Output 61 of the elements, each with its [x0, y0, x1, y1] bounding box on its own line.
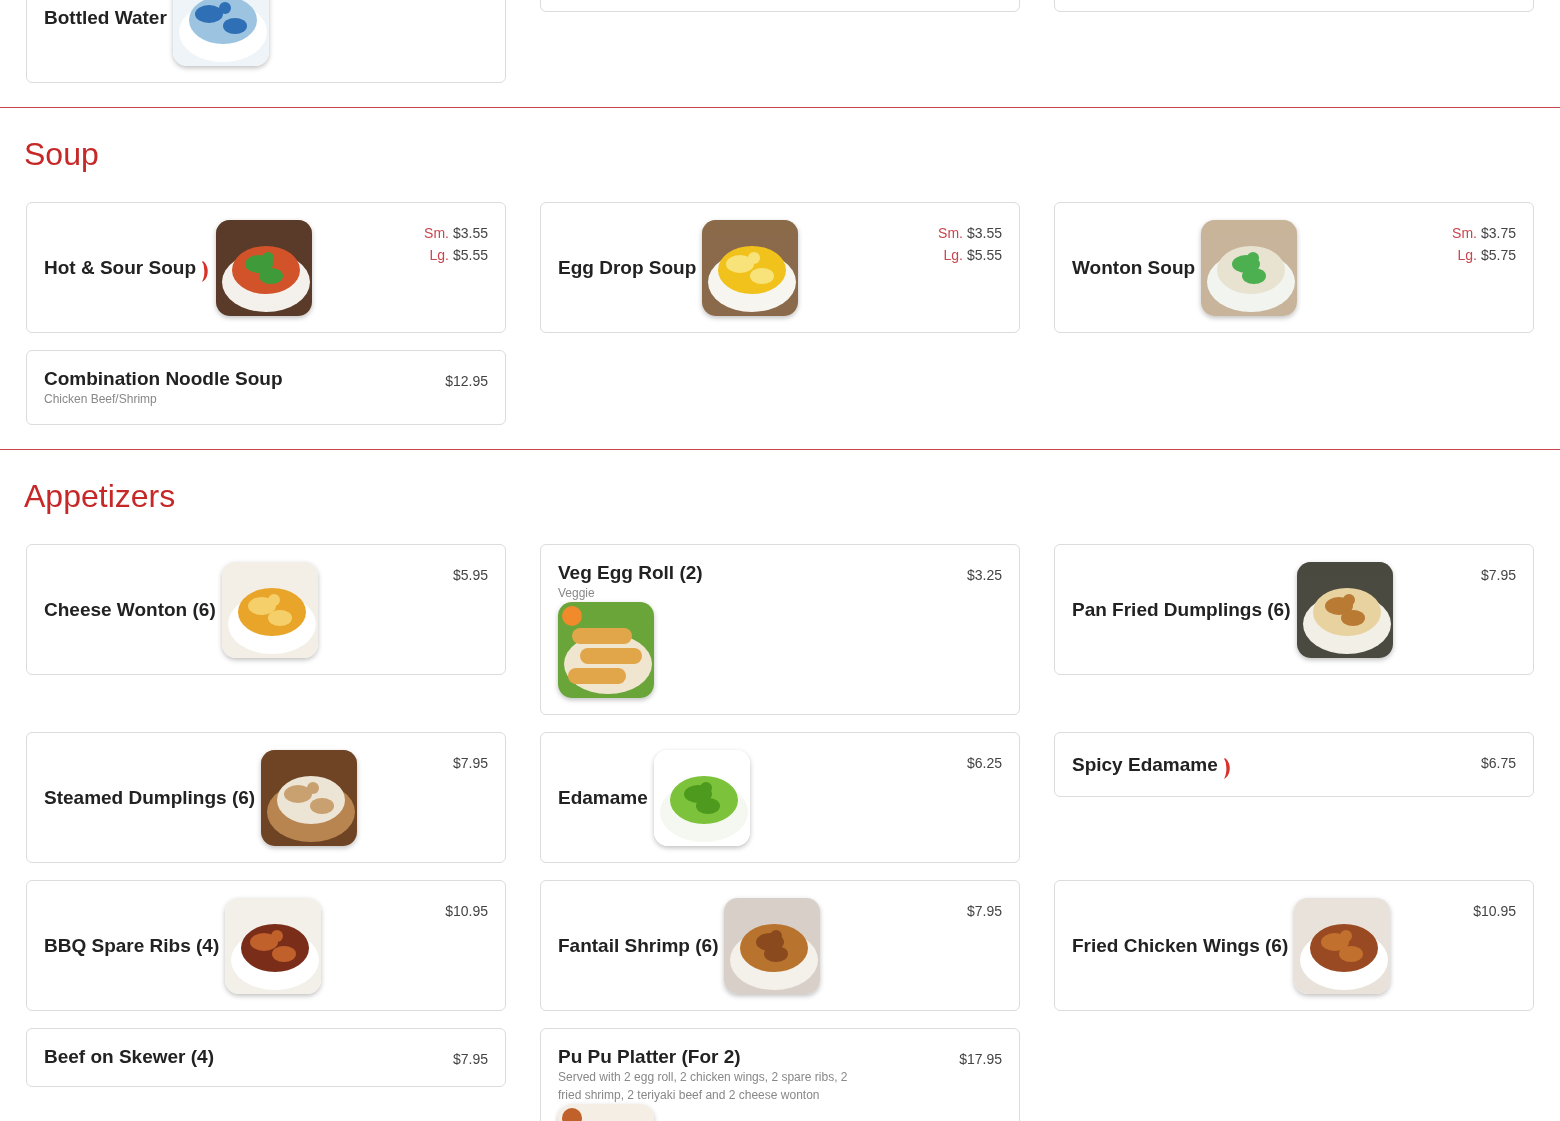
size-label: Lg.: [429, 247, 449, 263]
menu-item-card[interactable]: Fantail Shrimp (6) $7.95: [540, 880, 1020, 1011]
item-price: $17.95: [959, 1051, 1002, 1067]
item-price: $5.75: [1480, 247, 1516, 263]
item-price: $3.55: [966, 225, 1002, 241]
item-name: Cheese Wonton (6): [44, 599, 216, 621]
item-price: $3.75: [1480, 225, 1516, 241]
item-name: Fantail Shrimp (6): [558, 935, 719, 957]
item-name: Egg Drop Soup: [558, 257, 697, 279]
menu-item-card[interactable]: Steamed Dumplings (6) $7.95: [26, 732, 506, 863]
menu-item-card[interactable]: BBQ Spare Ribs (4) $10.95: [26, 880, 506, 1011]
item-price: $3.55: [452, 225, 488, 241]
item-description: Served with 2 egg roll, 2 chicken wings, 2 spare ribs, 2 fried shrimp, 2 teriyaki beef and 2 cheese wonton: [558, 1069, 849, 1104]
item-name: BBQ Spare Ribs (4): [44, 935, 220, 957]
menu-item-card[interactable]: Veg Egg Roll (2) Veggie $3.25: [540, 544, 1020, 715]
menu-item-card[interactable]: Beef on Skewer (4) $7.95: [26, 1028, 506, 1087]
size-label: Sm.: [938, 225, 963, 241]
menu-item-card[interactable]: Edamame $6.25: [540, 732, 1020, 863]
menu-item-card[interactable]: Cheese Wonton (6) $5.95: [26, 544, 506, 675]
menu-item-card[interactable]: Wonton Soup Sm. $3.75 Lg. $5.75: [1054, 202, 1534, 333]
item-name: Steamed Dumplings (6): [44, 787, 256, 809]
item-name: Bottled Water: [44, 7, 167, 29]
item-name: Veg Egg Roll (2): [558, 562, 703, 584]
item-name: Pan Fried Dumplings (6): [1072, 599, 1291, 621]
item-price: $5.55: [452, 247, 488, 263]
size-label: Sm.: [424, 225, 449, 241]
size-label: Sm.: [1452, 225, 1477, 241]
item-name: Pu Pu Platter (For 2): [558, 1046, 741, 1068]
item-price: $3.25: [966, 567, 1002, 583]
item-name: Combination Noodle Soup: [44, 368, 283, 390]
menu-item-card[interactable]: Bottled Water: [26, 0, 506, 83]
menu-item-card[interactable]: Pu Pu Platter (For 2) Served with 2 egg roll, 2 chicken wings, 2 spare ribs, 2 fried shrimp, 2 teriyaki beef and 2 cheese wonton $17.95: [540, 1028, 1020, 1121]
item-price: $10.95: [1473, 903, 1516, 919]
item-name: Spicy Edamame: [1072, 754, 1218, 776]
item-price: $10.95: [445, 903, 488, 919]
item-description: Veggie: [558, 585, 596, 602]
item-name: Edamame: [558, 787, 648, 809]
menu-item-card[interactable]: Hot & Sour Soup Sm. $3.55 Lg. $5.55: [26, 202, 506, 333]
menu-item-card[interactable]: Fried Chicken Wings (6) $10.95: [1054, 880, 1534, 1011]
item-price: $5.55: [966, 247, 1002, 263]
item-description: Chicken Beef/Shrimp: [44, 391, 158, 408]
menu-item-card[interactable]: Egg Drop Soup Sm. $3.55 Lg. $5.55: [540, 202, 1020, 333]
menu-item-card[interactable]: Spicy Edamame $6.75: [1054, 732, 1534, 797]
section-title: Appetizers: [24, 477, 177, 516]
item-price: $5.95: [452, 567, 488, 583]
item-price: $12.95: [445, 373, 488, 389]
item-price: $7.95: [452, 755, 488, 771]
item-name: Wonton Soup: [1072, 257, 1196, 279]
item-name: Fried Chicken Wings (6): [1072, 935, 1289, 957]
item-price: $7.95: [452, 1051, 488, 1067]
item-name: Beef on Skewer (4): [44, 1046, 214, 1068]
item-price: $6.75: [1480, 755, 1516, 771]
size-label: Lg.: [1457, 247, 1477, 263]
item-price: $7.95: [966, 903, 1002, 919]
menu-item-card[interactable]: Combination Noodle Soup Chicken Beef/Shrimp $12.95: [26, 350, 506, 425]
item-name: Hot & Sour Soup: [44, 257, 196, 279]
menu-item-card[interactable]: Pan Fried Dumplings (6) $7.95: [1054, 544, 1534, 675]
section-title: Soup: [24, 135, 100, 174]
item-price: $6.25: [966, 755, 1002, 771]
item-price: $7.95: [1480, 567, 1516, 583]
size-label: Lg.: [943, 247, 963, 263]
